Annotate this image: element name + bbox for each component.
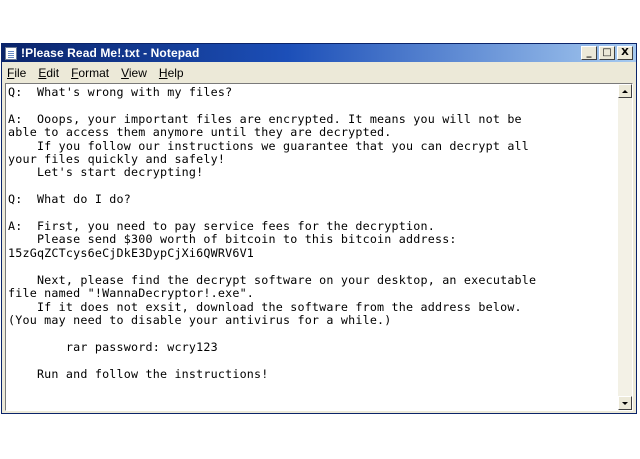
maximize-button[interactable]: □ xyxy=(599,46,615,60)
menu-edit[interactable]: Edit xyxy=(32,66,65,80)
document-text[interactable]: Q: What's wrong with my files? A: Ooops,… xyxy=(8,86,619,408)
vertical-scrollbar[interactable] xyxy=(618,84,632,410)
menu-format[interactable]: Format xyxy=(65,66,115,80)
text-editor: Q: What's wrong with my files? A: Ooops,… xyxy=(5,83,633,411)
title-bar[interactable]: !Please Read Me!.txt - Notepad _ □ X xyxy=(2,44,636,62)
window-controls: _ □ X xyxy=(581,46,633,60)
arrow-down-icon xyxy=(622,401,628,405)
notepad-icon[interactable] xyxy=(5,46,17,60)
notepad-window: !Please Read Me!.txt - Notepad _ □ X Fil… xyxy=(1,43,637,414)
arrow-up-icon xyxy=(622,89,628,93)
menu-bar: File Edit Format View Help xyxy=(2,63,636,82)
scroll-up-button[interactable] xyxy=(618,84,632,98)
menu-help[interactable]: Help xyxy=(153,66,190,80)
minimize-button[interactable]: _ xyxy=(581,46,597,60)
menu-view[interactable]: View xyxy=(115,66,153,80)
window-title: !Please Read Me!.txt - Notepad xyxy=(21,46,200,60)
scroll-down-button[interactable] xyxy=(618,396,632,410)
menu-file[interactable]: File xyxy=(2,66,32,80)
close-button[interactable]: X xyxy=(617,46,633,60)
